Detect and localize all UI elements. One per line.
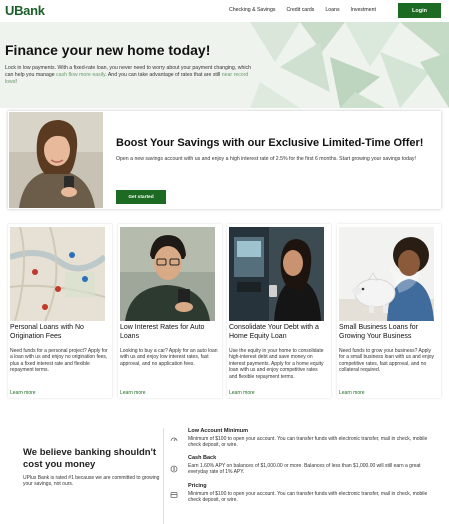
card-description: Need funds to grow your business? Apply … <box>339 348 435 374</box>
card-auto-loans: Low Interest Rates for Auto Loans Lookin… <box>118 224 222 398</box>
hero-text-part: ! <box>15 79 17 85</box>
feature-description: Earn 1.60% APY on balances of $1,000.00 … <box>188 463 421 476</box>
promo-card: Boost Your Savings with our Exclusive Li… <box>8 111 441 209</box>
card-description: Looking to buy a car? Apply for an auto … <box>120 348 218 367</box>
nav-links: Checking & Savings Credit cards Loans In… <box>229 7 376 13</box>
benefits-title: We believe banking shouldn't cost you mo… <box>23 447 156 470</box>
man-with-phone-photo <box>120 227 215 321</box>
get-started-button[interactable]: Get started <box>116 190 166 204</box>
feature-description: Minimum of $100 to open your account. Yo… <box>188 491 428 504</box>
benefits-subtitle: UPlus Bank is rated #1 because we are co… <box>23 475 160 488</box>
promo-title: Boost Your Savings with our Exclusive Li… <box>116 137 424 149</box>
woman-at-atm-photo <box>229 227 324 321</box>
child-with-piggy-bank-photo <box>339 227 434 321</box>
card-title: Personal Loans with No Origination Fees <box>10 324 84 340</box>
card-small-business: Small Business Loans for Growing Your Bu… <box>337 224 441 398</box>
feature-title: Pricing <box>188 483 207 489</box>
card-title: Small Business Loans for Growing Your Bu… <box>339 324 418 340</box>
map-with-pins-photo <box>10 227 105 321</box>
feature-description: Minimum of $100 to open your account. Yo… <box>188 436 428 449</box>
ubank-logo[interactable]: UBank <box>5 3 45 18</box>
card-personal-loans: Personal Loans with No Origination Fees … <box>8 224 112 398</box>
hero-text-part: . And you can take advantage of rates th… <box>105 72 222 78</box>
feature-title: Low Account Minimum <box>188 428 248 434</box>
learn-more-link[interactable]: Learn more <box>120 390 146 396</box>
cash-back-icon <box>170 465 178 473</box>
card-title: Consolidate Your Debt with a Home Equity… <box>229 324 319 340</box>
learn-more-link[interactable]: Learn more <box>229 390 255 396</box>
feature-title: Cash Back <box>188 455 217 461</box>
hero-title: Finance your new home today! <box>5 42 211 58</box>
divider <box>163 428 164 524</box>
nav-link-checking-savings[interactable]: Checking & Savings <box>229 7 275 13</box>
login-button[interactable]: Login <box>398 3 441 18</box>
hero-text-accent: cash flow more easily <box>56 72 106 78</box>
gauge-icon <box>170 437 178 442</box>
card-title: Low Interest Rates for Auto Loans <box>120 324 205 340</box>
nav-link-investment[interactable]: Investment <box>351 7 376 13</box>
card-description: Use the equity in your home to consolida… <box>229 348 324 380</box>
nav-link-credit-cards[interactable]: Credit cards <box>286 7 314 13</box>
top-navigation: UBank Checking & Savings Credit cards Lo… <box>0 0 449 22</box>
learn-more-link[interactable]: Learn more <box>339 390 365 396</box>
card-home-equity: Consolidate Your Debt with a Home Equity… <box>227 224 331 398</box>
learn-more-link[interactable]: Learn more <box>10 390 36 396</box>
pricing-icon <box>170 492 178 498</box>
card-description: Need funds for a personal project? Apply… <box>10 348 108 374</box>
nav-link-loans[interactable]: Loans <box>325 7 339 13</box>
hero-banner: Finance your new home today! Lock in low… <box>0 22 449 108</box>
promo-description: Open a new savings account with us and e… <box>116 156 416 162</box>
hero-description: Lock in low payments. With a fixed-rate … <box>5 65 253 86</box>
woman-with-phone-photo <box>9 112 103 208</box>
